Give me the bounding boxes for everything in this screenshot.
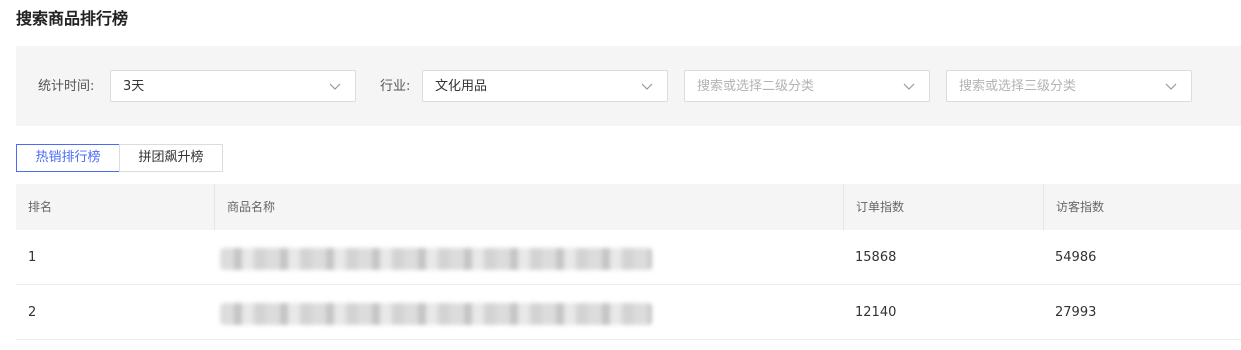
chevron-down-icon bbox=[903, 83, 915, 90]
table-header: 排名 商品名称 订单指数 访客指数 bbox=[16, 184, 1241, 230]
rank-cell: 1 bbox=[28, 250, 37, 265]
visitor-index-cell: 54986 bbox=[1055, 250, 1097, 265]
blurred-product-name bbox=[220, 248, 652, 270]
third-category-select[interactable]: 搜索或选择三级分类 bbox=[946, 70, 1192, 102]
rank-cell: 2 bbox=[28, 305, 37, 320]
time-select-value: 3天 bbox=[123, 79, 145, 94]
table-row[interactable]: 2 12140 27993 bbox=[16, 285, 1241, 340]
time-filter-label: 统计时间: bbox=[38, 79, 95, 94]
chevron-down-icon bbox=[641, 83, 653, 90]
table-row[interactable]: 1 15868 54986 bbox=[16, 230, 1241, 285]
chevron-down-icon bbox=[329, 83, 341, 90]
tab-hot-sales[interactable]: 热销排行榜 bbox=[16, 144, 120, 172]
visitor-index-cell: 27993 bbox=[1055, 305, 1097, 320]
blurred-product-name bbox=[220, 303, 652, 325]
header-product-name: 商品名称 bbox=[214, 184, 843, 230]
ranking-table: 排名 商品名称 订单指数 访客指数 1 15868 54986 2 12140 … bbox=[16, 184, 1241, 340]
order-index-cell: 15868 bbox=[855, 250, 897, 265]
header-rank: 排名 bbox=[28, 200, 53, 214]
page-title: 搜索商品排行榜 bbox=[16, 9, 129, 28]
header-visitor-index: 访客指数 bbox=[1043, 184, 1241, 230]
industry-select[interactable]: 文化用品 bbox=[422, 70, 668, 102]
second-category-select[interactable]: 搜索或选择二级分类 bbox=[684, 70, 930, 102]
chevron-down-icon bbox=[1165, 83, 1177, 90]
third-category-placeholder: 搜索或选择三级分类 bbox=[959, 79, 1077, 94]
industry-select-value: 文化用品 bbox=[435, 79, 488, 94]
time-select[interactable]: 3天 bbox=[110, 70, 356, 102]
header-order-index: 订单指数 bbox=[843, 184, 1043, 230]
order-index-cell: 12140 bbox=[855, 305, 897, 320]
second-category-placeholder: 搜索或选择二级分类 bbox=[697, 79, 815, 94]
filter-panel: 统计时间: 3天 行业: 文化用品 搜索或选择二级分类 搜索或选择三级分类 bbox=[16, 46, 1241, 126]
tab-group-rising[interactable]: 拼团飙升榜 bbox=[119, 144, 223, 172]
industry-filter-label: 行业: bbox=[380, 79, 411, 94]
